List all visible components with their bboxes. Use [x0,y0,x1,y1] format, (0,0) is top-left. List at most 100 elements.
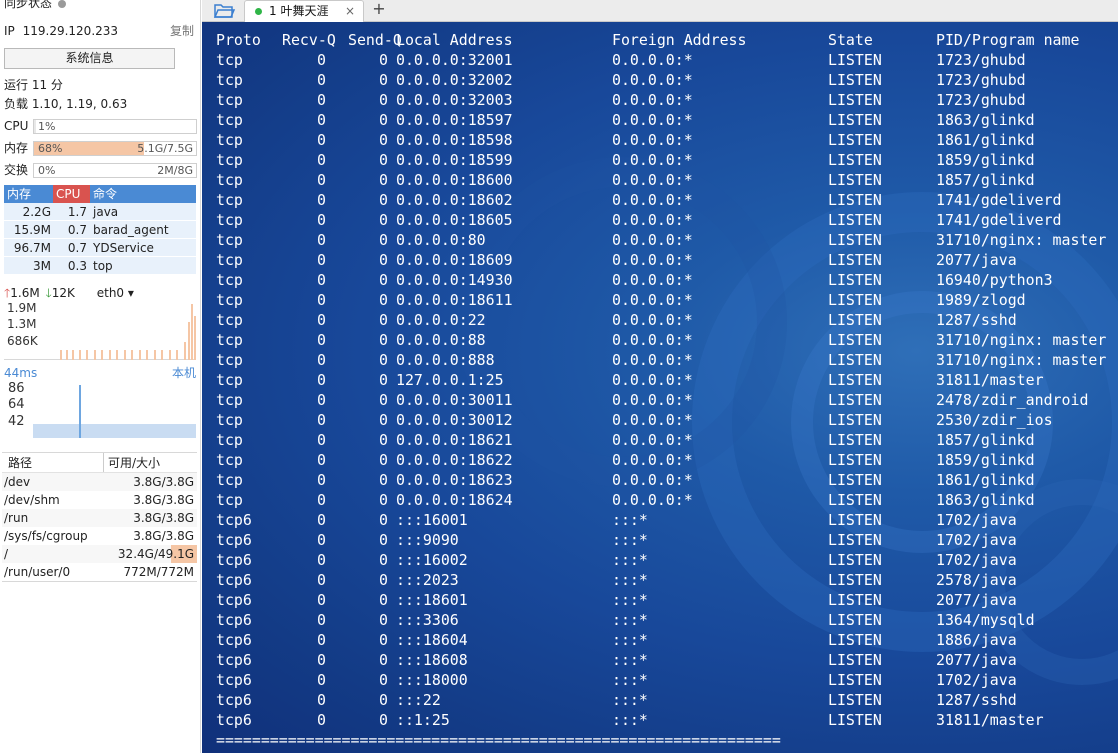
netstat-cell: 0.0.0.0:18602 [396,191,513,209]
netstat-cell: :::16002 [396,551,468,569]
netstat-cell: 0.0.0.0:18609 [396,251,513,269]
netstat-cell: :::* [612,611,648,629]
netstat-cell: 31710/nginx: master [936,231,1107,249]
netstat-row: tcp 0 0 0.0.0.0:18611 0.0.0.0:* LISTEN 1989/zl… [216,290,1116,310]
netstat-cell: 0 [317,111,326,129]
netstat-cell: tcp [216,351,243,369]
column-header: State [828,31,873,49]
netstat-cell: tcp [216,431,243,449]
netstat-cell: 16940/python3 [936,271,1053,289]
sort-by-memory-header[interactable]: 内存 [4,185,53,203]
netstat-cell: 0 [379,571,388,589]
swap-meter-row: 交换 0% 2M/8G [4,162,197,179]
netstat-cell: 0.0.0.0:* [612,131,693,149]
column-header: Recv-Q [282,31,336,49]
interface-select[interactable]: eth0 ▾ [97,286,134,300]
process-row[interactable]: 3M 0.3 top [4,257,196,275]
column-header: PID/Program name [936,31,1080,49]
process-row[interactable]: 15.9M 0.7 barad_agent [4,221,196,239]
process-row[interactable]: 96.7M 0.7 YDService [4,239,196,257]
netstat-cell: 0 [379,531,388,549]
system-info-button[interactable]: 系统信息 [4,48,175,69]
netstat-row: tcp 0 0 0.0.0.0:18598 0.0.0.0:* LISTEN 1861/gl… [216,130,1116,150]
disk-row[interactable]: /dev/shm 3.8G/3.8G [2,491,197,509]
netstat-cell: 0.0.0.0:14930 [396,271,513,289]
terminal[interactable]: Proto Recv-Q Send-Q Local Address Foreign Ad… [202,22,1118,753]
disk-size: 3.8G/3.8G [133,529,194,543]
path-header[interactable]: 路径 [2,453,104,472]
interface-name: eth0 [96,286,125,300]
netstat-cell: 0 [379,171,388,189]
netstat-cell: 0 [317,631,326,649]
netstat-cell: :::9090 [396,531,459,549]
add-tab-button[interactable]: + [369,0,389,20]
command-header[interactable]: 命令 [90,185,196,203]
open-folder-button[interactable] [210,0,238,20]
disk-row[interactable]: /run 3.8G/3.8G [2,509,197,527]
netstat-cell: LISTEN [828,371,882,389]
netstat-row: tcp 0 0 0.0.0.0:30011 0.0.0.0:* LISTEN 2478/zd… [216,390,1116,410]
sync-status-label: 同步状态 [4,0,53,10]
netstat-cell: LISTEN [828,51,882,69]
ip-label: IP [4,24,15,38]
tab-session-1[interactable]: 1 叶舞天涯 × [244,0,364,22]
cpu-meter: 1% [33,119,197,134]
netstat-cell: 0.0.0.0:* [612,111,693,129]
netstat-cell: tcp6 [216,671,252,689]
disk-table-header: 路径 可用/大小 [2,453,197,473]
netstat-cell: LISTEN [828,411,882,429]
process-command: java [90,203,196,220]
netstat-cell: :::18608 [396,651,468,669]
netstat-cell: 0.0.0.0:18623 [396,471,513,489]
netstat-cell: 0 [379,51,388,69]
netstat-cell: 2077/java [936,591,1017,609]
netstat-cell: LISTEN [828,171,882,189]
disk-row[interactable]: /sys/fs/cgroup 3.8G/3.8G [2,527,197,545]
netstat-cell: tcp [216,191,243,209]
netstat-cell: 1287/sshd [936,691,1017,709]
netstat-cell: 0 [379,491,388,509]
netstat-cell: LISTEN [828,591,882,609]
netstat-cell: 0.0.0.0:30011 [396,391,513,409]
netstat-cell: LISTEN [828,671,882,689]
netstat-cell: 0 [317,691,326,709]
size-header[interactable]: 可用/大小 [104,453,197,472]
sort-by-cpu-header[interactable]: CPU [53,185,90,203]
copy-ip-button[interactable]: 复制 [170,22,194,40]
latency-target[interactable]: 本机 [172,364,196,382]
disk-row[interactable]: /dev 3.8G/3.8G [2,473,197,491]
netstat-cell: 0.0.0.0:* [612,471,693,489]
disk-row[interactable]: /run/user/0 772M/772M [2,563,197,581]
netstat-cell: 0.0.0.0:* [612,291,693,309]
app-window: 同步状态 IP 119.29.120.233 复制 系统信息 运行 11 分 负… [0,0,1118,753]
netstat-cell: :::* [612,631,648,649]
netstat-row: tcp 0 0 0.0.0.0:14930 0.0.0.0:* LISTEN 16940/p… [216,270,1116,290]
disk-row[interactable]: / 32.4G/49.1G [2,545,197,563]
netstat-cell: LISTEN [828,431,882,449]
netstat-cell: 1861/glinkd [936,131,1035,149]
netstat-cell: 0 [379,551,388,569]
netstat-cell: 1702/java [936,551,1017,569]
netstat-cell: tcp [216,331,243,349]
disk-size: 772M/772M [123,565,194,579]
netstat-cell: 0 [317,131,326,149]
netstat-cell: 0.0.0.0:32002 [396,71,513,89]
close-tab-icon[interactable]: × [345,1,355,21]
cpu-meter-row: CPU 1% [4,118,197,135]
netstat-cell: 0 [379,111,388,129]
netstat-cell: 0 [379,651,388,669]
netstat-cell: tcp [216,91,243,109]
process-row[interactable]: 2.2G 1.7 java [4,203,196,221]
network-bars [60,304,196,360]
process-memory: 2.2G [4,203,53,220]
connected-status-icon [255,8,262,15]
netstat-cell: :::18604 [396,631,468,649]
netstat-cell: 0 [317,611,326,629]
netstat-cell: 31811/master [936,371,1044,389]
netstat-cell: LISTEN [828,511,882,529]
netstat-cell: 0.0.0.0:* [612,151,693,169]
netstat-cell: 1702/java [936,511,1017,529]
netstat-row: tcp 0 0 0.0.0.0:18597 0.0.0.0:* LISTEN 1863/gl… [216,110,1116,130]
netstat-row: tcp 0 0 0.0.0.0:18605 0.0.0.0:* LISTEN 1741/gd… [216,210,1116,230]
process-table: 内存 CPU 命令 2.2G 1.7 java 15.9M 0.7 barad_agent… [4,185,196,275]
